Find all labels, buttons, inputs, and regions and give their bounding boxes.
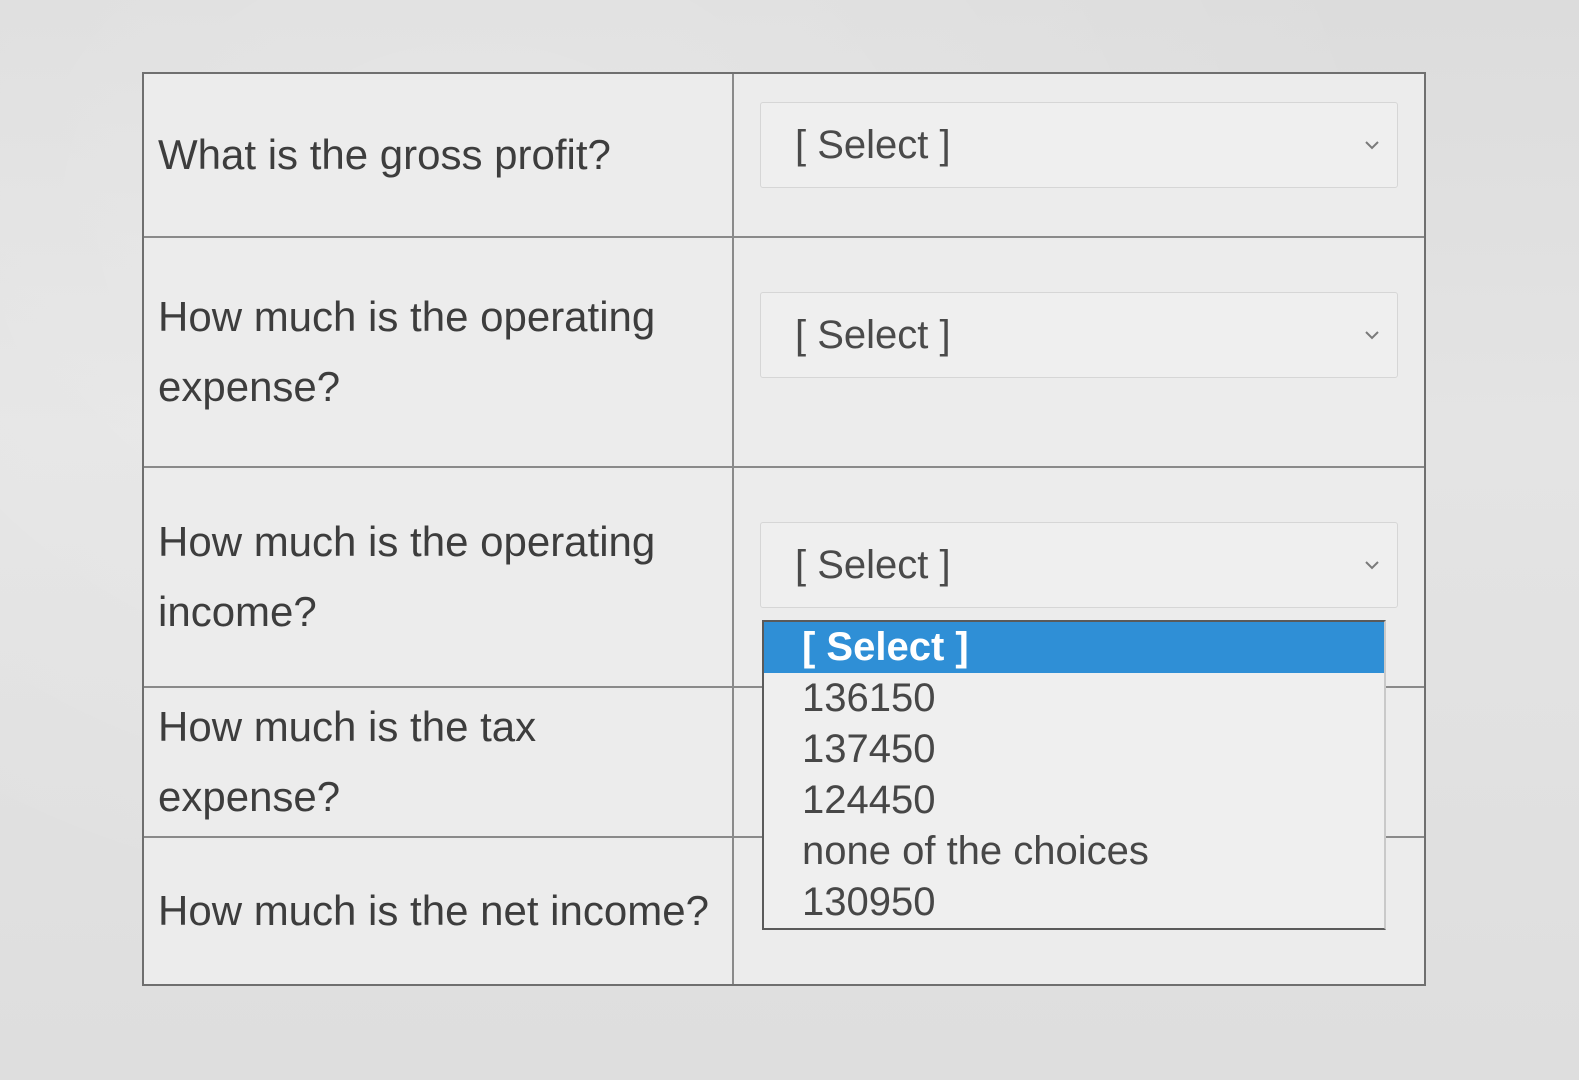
table-row: What is the gross profit? [ Select ] [144,74,1424,238]
table-row: How much is the operating expense? [ Sel… [144,238,1424,468]
dropdown-option-137450[interactable]: 137450 [764,724,1384,775]
dropdown-option-124450[interactable]: 124450 [764,775,1384,826]
dropdown-option-130950[interactable]: 130950 [764,877,1384,928]
select-value: [ Select ] [795,542,951,587]
dropdown-option-136150[interactable]: 136150 [764,673,1384,724]
dropdown-option-none-of-the-choices[interactable]: none of the choices [764,826,1384,877]
dropdown-option-select[interactable]: [ Select ] [764,622,1384,673]
question-net-income: How much is the net income? [144,838,734,984]
question-gross-profit: What is the gross profit? [144,74,734,236]
chevron-down-icon [1365,141,1379,150]
select-value: [ Select ] [795,312,951,357]
question-operating-income: How much is the operating income? [144,468,734,686]
operating-income-select[interactable]: [ Select ] [760,522,1398,608]
answer-cell: [ Select ] [734,238,1424,466]
answer-cell: [ Select ] [734,74,1424,236]
operating-income-dropdown-list: [ Select ] 136150 137450 124450 none of … [762,620,1386,930]
operating-expense-select[interactable]: [ Select ] [760,292,1398,378]
chevron-down-icon [1365,331,1379,340]
question-operating-expense: How much is the operating expense? [144,238,734,466]
chevron-down-icon [1365,561,1379,570]
gross-profit-select[interactable]: [ Select ] [760,102,1398,188]
select-value: [ Select ] [795,122,951,167]
question-tax-expense: How much is the tax expense? [144,688,734,836]
